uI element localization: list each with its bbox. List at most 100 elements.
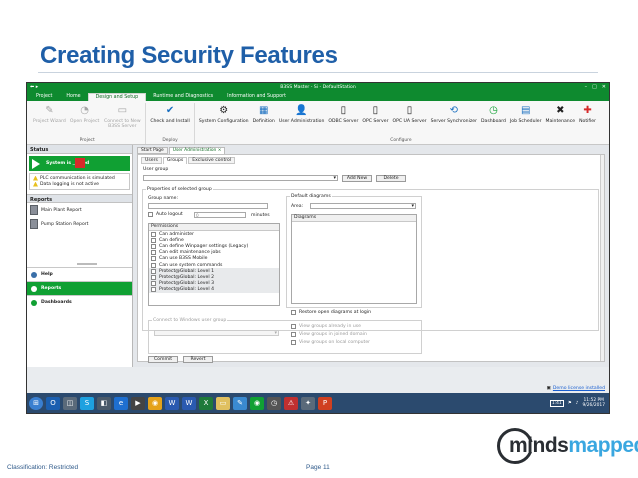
close-button[interactable]: ✕: [602, 84, 606, 90]
permission-checkbox[interactable]: [151, 274, 156, 280]
alert-item: PLC communication is simulated: [33, 175, 126, 181]
permission-checkbox[interactable]: [151, 287, 156, 293]
revert-button[interactable]: Revert: [183, 356, 213, 363]
license-link[interactable]: Demo license installed: [553, 386, 605, 391]
classification-label: Classification: Restricted: [7, 464, 79, 471]
permission-checkbox[interactable]: [151, 262, 156, 268]
nav-reports[interactable]: Reports: [27, 281, 132, 295]
opc-server-button[interactable]: ▯ OPC Server: [360, 103, 390, 138]
excel-icon[interactable]: X: [199, 396, 213, 410]
permission-checkbox[interactable]: [151, 281, 156, 287]
permission-checkbox[interactable]: [151, 256, 156, 262]
media-icon[interactable]: ▶: [131, 396, 145, 410]
word-doc-icon[interactable]: W: [182, 396, 196, 410]
close-tab-icon[interactable]: ×: [218, 148, 222, 153]
user-group-select[interactable]: ▾: [143, 175, 338, 181]
paint-icon[interactable]: ✎: [233, 396, 247, 410]
group-name-input[interactable]: [148, 203, 268, 209]
quick-access-icon[interactable]: ⬅ ▸: [30, 84, 38, 90]
tab-exclusive-control[interactable]: Exclusive control: [188, 157, 236, 164]
diagrams-list: Diagrams: [291, 214, 417, 304]
ribbon-tab-info[interactable]: Information and Support: [220, 93, 293, 101]
maintenance-button[interactable]: ✖ Maintenance: [543, 103, 577, 138]
user-admin-icon: 👤: [295, 104, 308, 116]
alert-app-icon[interactable]: ⚠: [284, 396, 298, 410]
opc-ua-server-button[interactable]: ▯ OPC UA Server: [390, 103, 428, 138]
windows-group-select[interactable]: ▾: [154, 330, 279, 336]
folder-icon[interactable]: ▭: [216, 396, 230, 410]
view-option-checkbox[interactable]: [291, 340, 296, 345]
ribbon-tab-design-setup[interactable]: Design and Setup: [87, 93, 147, 101]
ribbon-tab-runtime[interactable]: Runtime and Diagnostics: [146, 93, 220, 101]
tab-users[interactable]: Users: [141, 157, 162, 164]
notifier-button[interactable]: ✚ Notifier: [577, 103, 598, 138]
skype-icon[interactable]: S: [80, 396, 94, 410]
permission-checkbox[interactable]: [151, 237, 156, 243]
project-wizard-button[interactable]: ✎ Project Wizard: [31, 103, 68, 138]
view-option-checkbox[interactable]: [291, 332, 296, 337]
delete-button[interactable]: Delete: [376, 174, 406, 182]
ribbon-group-project: ✎ Project Wizard ◔ Open Project ▭ Connect t…: [29, 103, 147, 144]
network-icon[interactable]: ◫: [63, 396, 77, 410]
area-select[interactable]: ▾: [310, 203, 416, 209]
permission-item[interactable]: Protect@Global: Level 4: [149, 286, 279, 293]
minimize-button[interactable]: –: [585, 84, 588, 90]
volume-icon[interactable]: ♪: [576, 401, 579, 406]
chrome-icon[interactable]: ◉: [148, 396, 162, 410]
user-admin-button[interactable]: 👤 User Administration: [277, 103, 327, 138]
mindsmapped-logo: mindsmapped: [497, 428, 638, 464]
chevron-down-icon: ▾: [333, 175, 336, 181]
open-project-button[interactable]: ◔ Open Project: [68, 103, 101, 138]
ie-icon[interactable]: e: [114, 396, 128, 410]
server-sync-button[interactable]: ⟲ Server Synchronizer: [429, 103, 479, 138]
tab-user-administration[interactable]: User Administration ×: [168, 147, 226, 154]
tab-groups[interactable]: Groups: [162, 157, 188, 164]
b3ss-icon[interactable]: ◉: [250, 396, 264, 410]
permission-checkbox[interactable]: [151, 250, 156, 256]
report-item[interactable]: Main Plant Report: [27, 203, 132, 217]
flag-icon[interactable]: ⚑: [568, 401, 572, 406]
splitter-handle[interactable]: [77, 263, 97, 265]
outlook-icon[interactable]: O: [46, 396, 60, 410]
permission-checkbox[interactable]: [151, 268, 156, 274]
check-install-icon: ✔: [165, 104, 175, 116]
auto-logout-minutes-input[interactable]: 0: [194, 212, 246, 218]
ribbon-tab-project[interactable]: Project: [29, 93, 59, 101]
start-button[interactable]: ⊞: [29, 396, 43, 410]
dashboard-button[interactable]: ◷ Dashboard: [479, 103, 508, 138]
ribbon-tab-home[interactable]: Home: [59, 93, 87, 101]
reports-icon: [31, 285, 37, 292]
powerpoint-icon[interactable]: P: [318, 396, 332, 410]
tools-icon[interactable]: ✦: [301, 396, 315, 410]
permission-checkbox[interactable]: [151, 231, 156, 237]
warning-icon: [33, 181, 38, 187]
page-number: Page 11: [306, 464, 330, 471]
word-icon[interactable]: W: [165, 396, 179, 410]
odbc-server-button[interactable]: ▯ ODBC Server: [326, 103, 360, 138]
tray-badge[interactable]: 1:41: [549, 399, 564, 407]
panel-scrollbar[interactable]: [600, 155, 604, 361]
lync-icon[interactable]: ◧: [97, 396, 111, 410]
system-status-button[interactable]: System is ___ned: [29, 156, 130, 171]
auto-logout-checkbox[interactable]: [148, 212, 153, 217]
tab-start-page[interactable]: Start Page: [137, 147, 168, 154]
restore-diagrams-checkbox[interactable]: [291, 310, 296, 315]
nav-help[interactable]: Help: [27, 267, 132, 281]
alert-item: Data logging is not active: [33, 181, 126, 187]
view-option-row: View groups already in use: [291, 324, 361, 329]
system-config-button[interactable]: ⚙ System Configuration: [197, 103, 251, 138]
check-install-button[interactable]: ✔ Check and Install: [148, 103, 192, 138]
clock-app-icon[interactable]: ◷: [267, 396, 281, 410]
job-scheduler-button[interactable]: ▤ Job Scheduler: [508, 103, 544, 138]
view-option-checkbox[interactable]: [291, 324, 296, 329]
add-new-button[interactable]: Add New: [342, 174, 372, 182]
clock[interactable]: 11:52 PM 9/26/2017: [582, 398, 605, 408]
permission-checkbox[interactable]: [151, 243, 156, 249]
dashboards-icon: [31, 299, 37, 306]
commit-button[interactable]: Commit: [148, 356, 178, 363]
report-item[interactable]: Pump Station Report: [27, 217, 132, 231]
definition-button[interactable]: ▦ Definition: [251, 103, 277, 138]
maximize-button[interactable]: □: [592, 84, 597, 90]
nav-dashboards[interactable]: Dashboards: [27, 295, 132, 309]
connect-server-button[interactable]: ▭ Connect to New B3SS Server: [101, 103, 143, 138]
